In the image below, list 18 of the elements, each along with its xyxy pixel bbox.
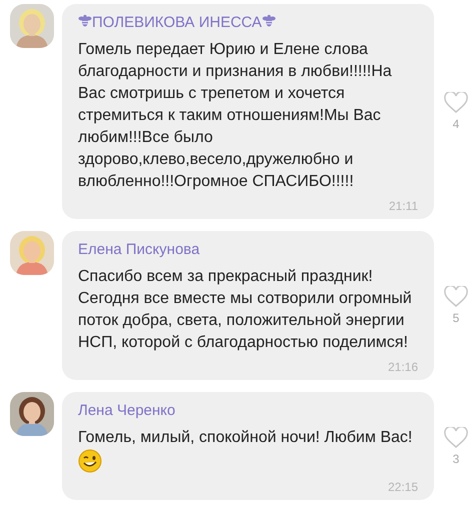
bee-icon	[78, 14, 92, 28]
message-time: 22:15	[388, 480, 418, 494]
like-count: 3	[452, 452, 460, 466]
heart-icon[interactable]	[444, 286, 468, 307]
like-count: 5	[452, 311, 460, 325]
heart-icon[interactable]	[444, 92, 468, 113]
message-text: Гомель, милый, спокойной ночи! Любим Вас!	[78, 427, 418, 474]
message-text: Спасибо всем за прекрасный праздник! Сегодня все вместе мы сотворили огромный поток добра, света, положительной энергии НСП, которой с благодарностью поделимся!	[78, 267, 413, 353]
wink-emoji-icon	[78, 449, 102, 473]
message-time: 21:16	[388, 360, 418, 374]
author-name: ПОЛЕВИКОВА ИНЕССА	[92, 14, 262, 31]
message-text: Гомель передает Юрию и Елене слова благодарности и признания в любви!!!!!На Вас смотришь с трепетом и хочется стремиться к таким отношениям!Мы Вас любим!!!Все было здорово,клево,весело,дружелюбно и влюбленно!!!Огромное СПАСИБО!!!!!	[78, 40, 393, 192]
message-time: 21:11	[388, 199, 418, 213]
like-count: 4	[452, 117, 460, 131]
heart-icon[interactable]	[444, 426, 468, 448]
author-name: Лена Черенко	[78, 402, 176, 419]
author-name: Елена Пискунова	[78, 241, 200, 258]
bee-icon	[262, 14, 276, 28]
